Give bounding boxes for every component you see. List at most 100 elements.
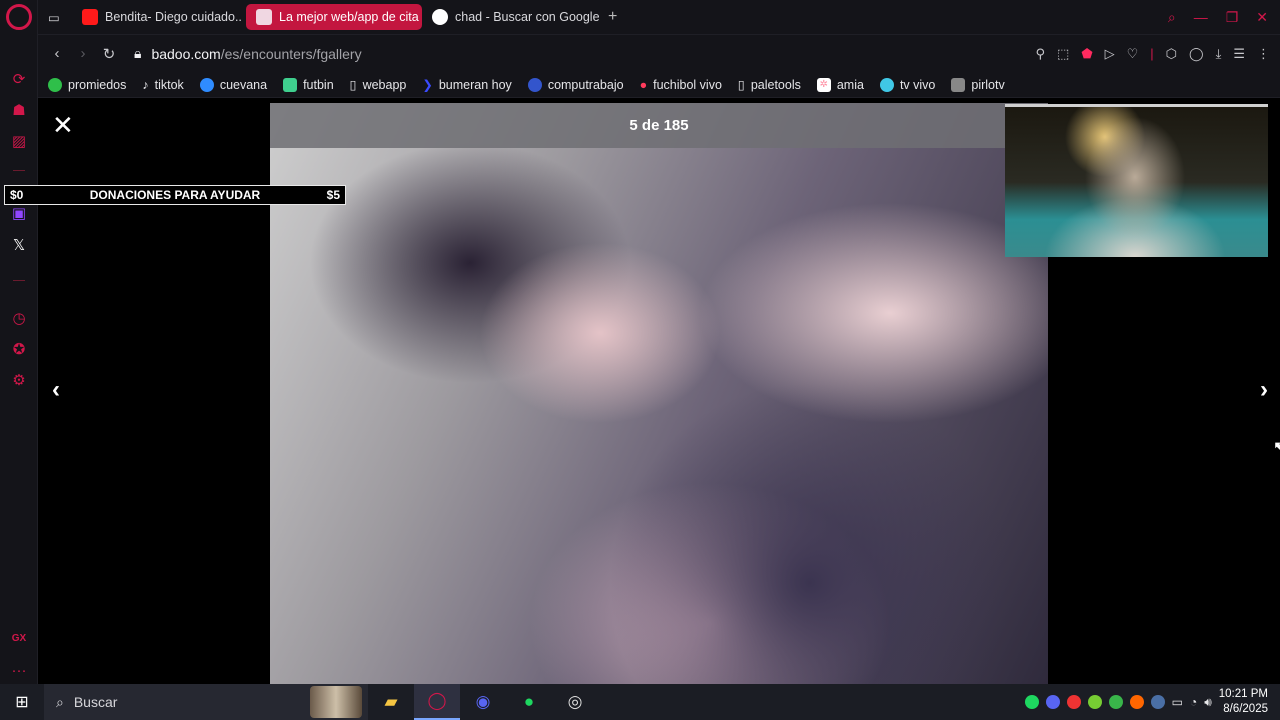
back-icon[interactable]: ‹ xyxy=(44,45,70,62)
clock-time: 10:21 PM xyxy=(1218,688,1268,700)
tab-youtube[interactable]: Bendita- Diego cuidado.. xyxy=(72,4,246,30)
tab-label: La mejor web/app de cita xyxy=(279,10,419,24)
bookmark-futbin[interactable]: futbin xyxy=(283,77,334,92)
search-tabs-icon[interactable]: ⌕ xyxy=(1168,9,1176,26)
nvidia-tray-icon[interactable] xyxy=(1087,695,1102,709)
taskbar-search[interactable]: ⌕ Buscar xyxy=(44,684,368,720)
page-icon: ▯ xyxy=(349,78,357,92)
discord-icon[interactable]: ◉ xyxy=(460,684,506,720)
bookmark-label: bumeran hoy xyxy=(438,77,512,92)
discord-tray-icon[interactable] xyxy=(1045,695,1060,709)
amia-icon: ✲ xyxy=(816,77,831,92)
badoo-icon xyxy=(256,9,272,25)
bookmark-label: pirlotv xyxy=(971,77,1005,92)
bookmark-paletools[interactable]: ▯ paletools xyxy=(738,77,801,93)
bookmark-webapp[interactable]: ▯ webapp xyxy=(349,77,407,93)
computrabajo-icon xyxy=(527,77,542,92)
bookmark-pirlotv[interactable]: pirlotv xyxy=(951,77,1005,92)
tab-overview-button[interactable]: ▭ xyxy=(38,4,72,30)
close-gallery-button[interactable]: ✕ xyxy=(52,110,74,141)
gx-corner-icon[interactable]: ☗ xyxy=(9,100,29,120)
opera-gx-taskbar-icon[interactable]: ◯ xyxy=(414,684,460,720)
gx-control-icon[interactable]: ⟳ xyxy=(9,69,29,89)
google-icon xyxy=(432,9,448,25)
tab-label: Bendita- Diego cuidado.. xyxy=(105,10,242,24)
profile-photo xyxy=(270,103,1048,684)
app-tray-icon[interactable] xyxy=(1066,695,1081,709)
donation-current-amount: $0 xyxy=(10,188,24,202)
promiedos-icon xyxy=(48,77,62,92)
download-icon[interactable]: ⤓ xyxy=(1216,46,1222,62)
twitch-icon[interactable]: ▣ xyxy=(9,203,29,223)
sidebar-divider xyxy=(13,280,25,281)
app-tray-icon[interactable] xyxy=(1129,695,1144,709)
bookmark-tv-vivo[interactable]: tv vivo xyxy=(879,77,935,92)
tab-strip: ▭ Bendita- Diego cuidado.. La mejor web/… xyxy=(38,0,1280,34)
close-icon[interactable]: ✕ xyxy=(1256,9,1268,26)
previous-photo-button[interactable]: ‹ xyxy=(52,376,60,404)
windows-start-icon[interactable]: ⊞ xyxy=(0,692,44,712)
settings-icon[interactable]: ⚙ xyxy=(9,370,29,390)
extensions-icon[interactable]: ⬡ xyxy=(1166,46,1177,62)
bookmarks-bar: promiedos ♪ tiktok cuevana futbin ▯ webapp… xyxy=(38,72,1280,98)
tiktok-icon: ♪ xyxy=(142,77,149,92)
system-tray: ▭ ◔ 🔊︎ 10:21 PM 8/6/2025 xyxy=(1024,687,1280,717)
donation-goal-amount: $5 xyxy=(326,188,340,202)
tab-overview-icon: ▭ xyxy=(48,10,60,25)
taskbar-clock[interactable]: 10:21 PM 8/6/2025 xyxy=(1219,687,1268,717)
address-bar: ‹ › ↻ 🔒︎ badoo.com/es/encounters/fgaller… xyxy=(38,34,1280,72)
search-icon: ⌕ xyxy=(56,693,64,710)
reload-icon[interactable]: ↻ xyxy=(96,45,122,63)
youtube-icon xyxy=(82,9,98,25)
network-icon[interactable]: ▭ xyxy=(1172,695,1183,709)
tab-badoo[interactable]: La mejor web/app de cita xyxy=(246,4,422,30)
file-explorer-icon[interactable]: ▰ xyxy=(368,684,414,720)
new-tab-button[interactable]: + xyxy=(600,8,625,26)
history-icon[interactable]: ◷ xyxy=(9,308,29,328)
extensions-icon[interactable]: ✪ xyxy=(9,339,29,359)
bookmark-label: promiedos xyxy=(68,77,127,92)
spotify-icon[interactable]: ● xyxy=(506,684,552,720)
more-icon[interactable]: ⋮ xyxy=(1257,46,1270,62)
bookmark-computrabajo[interactable]: computrabajo xyxy=(527,77,624,92)
bookmark-fuchibol[interactable]: ● fuchibol vivo xyxy=(640,78,722,92)
shield-icon[interactable]: ⬟ xyxy=(1081,46,1092,62)
gx-cleaner-icon[interactable]: ▨ xyxy=(9,131,29,151)
cuevana-icon xyxy=(199,77,214,92)
pin-icon[interactable]: ⚲ xyxy=(1035,46,1045,62)
fuchibol-icon: ● xyxy=(639,77,648,92)
forward-icon[interactable]: › xyxy=(70,45,96,62)
tab-google[interactable]: chad - Buscar con Google xyxy=(422,4,600,30)
bumeran-icon: ❯ xyxy=(422,78,433,92)
bookmark-bumeran[interactable]: ❯ bumeran hoy xyxy=(422,77,512,93)
heart-icon[interactable]: ♡ xyxy=(1127,46,1139,62)
tab-label: chad - Buscar con Google xyxy=(455,10,600,24)
more-icon[interactable]: ··· xyxy=(9,660,29,680)
volume-icon[interactable]: 🔊︎ xyxy=(1204,695,1212,710)
bookmark-amia[interactable]: ✲ amia xyxy=(816,77,864,92)
steam-tray-icon[interactable] xyxy=(1150,695,1165,709)
vpn-icon[interactable]: ◔ xyxy=(1190,695,1197,709)
browser-sidebar: ⟳ ☗ ▨ ▣ 𝕏 ◷ ✪ ⚙ GX ··· xyxy=(0,0,38,684)
minimize-icon[interactable]: — xyxy=(1194,9,1208,26)
snapshot-icon[interactable]: ⬚ xyxy=(1057,46,1069,62)
next-photo-button[interactable]: › xyxy=(1260,376,1268,404)
spotify-tray-icon[interactable] xyxy=(1024,695,1039,709)
maximize-icon[interactable]: ❐ xyxy=(1226,9,1239,26)
opera-gx-logo-icon[interactable] xyxy=(6,4,32,30)
player-icon[interactable]: ▷ xyxy=(1105,46,1115,62)
profile-icon[interactable]: ◯ xyxy=(1189,46,1204,62)
donation-goal-bar: $0 DONACIONES PARA AYUDAR $5 xyxy=(4,185,346,205)
bookmark-promiedos[interactable]: promiedos xyxy=(48,77,127,92)
app-tray-icon[interactable] xyxy=(1108,695,1123,709)
bookmark-cuevana[interactable]: cuevana xyxy=(199,77,268,92)
bookmark-label: paletools xyxy=(750,77,801,92)
x-twitter-icon[interactable]: 𝕏 xyxy=(9,235,29,255)
url-field[interactable]: 🔒︎ badoo.com/es/encounters/fgallery xyxy=(134,45,362,62)
menu-icon[interactable]: ☰ xyxy=(1233,46,1245,62)
obs-icon[interactable]: ◎ xyxy=(552,684,598,720)
bookmark-tiktok[interactable]: ♪ tiktok xyxy=(142,78,183,92)
bookmark-label: cuevana xyxy=(219,77,268,92)
bookmark-label: amia xyxy=(836,77,864,92)
gx-mods-icon[interactable]: GX xyxy=(9,628,29,648)
